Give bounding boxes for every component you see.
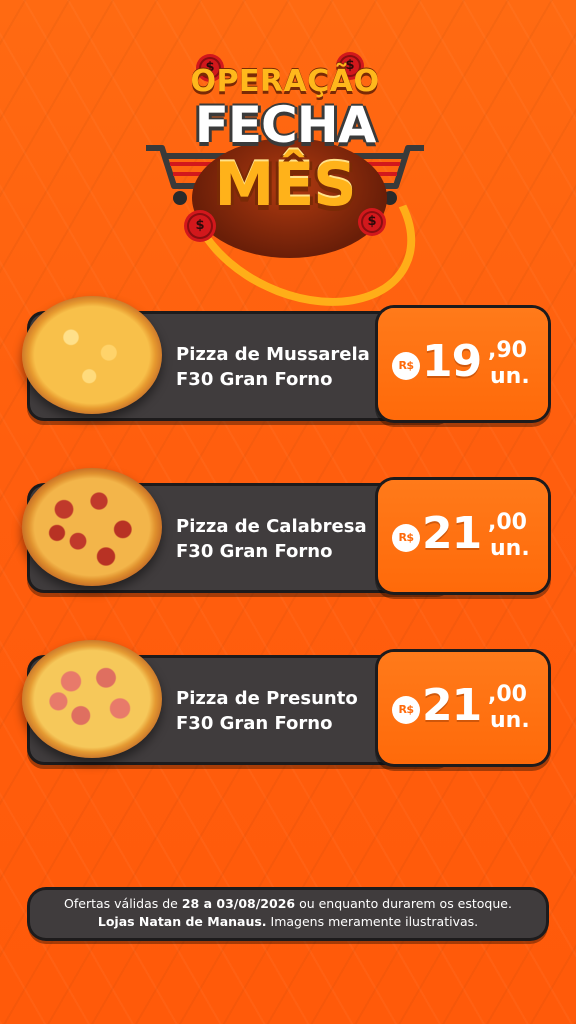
offer-dates: 28 a 03/08/2026 [181, 896, 296, 911]
price-tag: R$ 19 ,90 un. [378, 308, 548, 420]
price-cents: ,00 [488, 510, 527, 535]
logo-text-operacao: OPERAÇÃO [190, 64, 380, 99]
currency-badge: R$ [392, 352, 420, 380]
price-cents: ,90 [488, 338, 527, 363]
price-unit: un. [490, 364, 530, 389]
price-cents: ,00 [488, 682, 527, 707]
currency-badge: R$ [392, 524, 420, 552]
price-unit: un. [490, 708, 530, 733]
disclaimer-footer: Ofertas válidas de 28 a 03/08/2026 ou en… [30, 890, 546, 938]
product-card-presunto[interactable]: Pizza de Presunto F30 Gran Forno R$ 21 ,… [22, 640, 554, 770]
pizza-presunto-image [22, 640, 162, 758]
disclaimer-line1: Ofertas válidas de 28 a 03/08/2026 ou en… [30, 895, 546, 913]
price-integer: 21 [422, 508, 482, 559]
pizza-mussarela-image [22, 296, 162, 414]
currency-badge: R$ [392, 696, 420, 724]
store-name: Lojas Natan de Manaus. [97, 914, 267, 929]
price-tag: R$ 21 ,00 un. [378, 652, 548, 764]
disclaimer-line2: Lojas Natan de Manaus. Imagens meramente… [30, 913, 546, 931]
price-integer: 21 [422, 680, 482, 731]
disclaimer-text: ou enquanto durarem os estoque. [295, 896, 512, 911]
logo-text-fecha: FECHA [194, 96, 377, 154]
price-tag: R$ 21 ,00 un. [378, 480, 548, 592]
price-unit: un. [490, 536, 530, 561]
operacao-fecha-mes-logo: $ $ $ $ OPERAÇÃO FECHA MÊS [140, 50, 445, 342]
product-card-mussarela[interactable]: Pizza de Mussarela F30 Gran Forno R$ 19 … [22, 296, 554, 426]
disclaimer-text: Ofertas válidas de [64, 896, 182, 911]
disclaimer-text: Imagens meramente ilustrativas. [266, 914, 479, 929]
pizza-calabresa-image [22, 468, 162, 586]
logo-text-mes: MÊS [214, 150, 357, 220]
price-integer: 19 [422, 336, 482, 387]
product-card-calabresa[interactable]: Pizza de Calabresa F30 Gran Forno R$ 21 … [22, 468, 554, 598]
